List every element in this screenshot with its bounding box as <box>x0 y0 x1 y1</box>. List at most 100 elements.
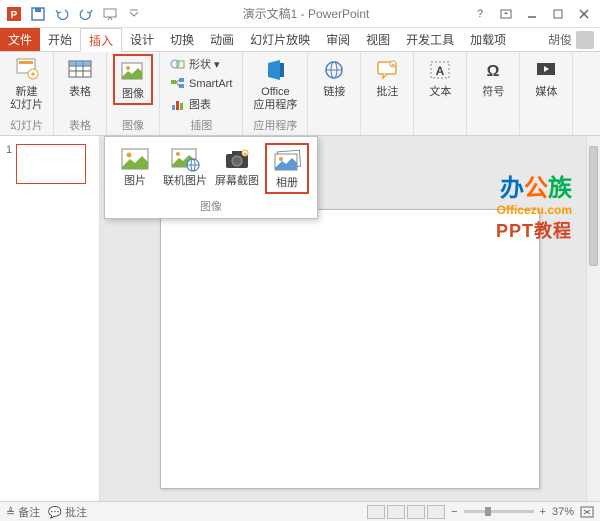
symbol-button[interactable]: Ω符号 <box>473 54 513 101</box>
status-comments-button[interactable]: 💬 批注 <box>48 504 87 520</box>
tab-transitions[interactable]: 切换 <box>162 28 202 51</box>
picture-icon <box>119 145 151 173</box>
new-slide-icon: ✦ <box>13 56 41 84</box>
chart-button[interactable]: 图表 <box>166 94 236 114</box>
office-apps-icon <box>261 56 289 84</box>
office-apps-label: Office 应用程序 <box>253 86 297 112</box>
normal-view-button[interactable] <box>367 505 385 519</box>
image-icon <box>119 58 147 86</box>
media-label: 媒体 <box>535 86 557 99</box>
tab-animations[interactable]: 动画 <box>202 28 242 51</box>
image-label: 图像 <box>122 88 144 101</box>
group-tables-label: 表格 <box>69 115 91 135</box>
screenshot-icon: ✦ <box>221 145 253 173</box>
sorter-view-button[interactable] <box>387 505 405 519</box>
vertical-scrollbar[interactable] <box>586 136 600 501</box>
comment-button[interactable]: ✦ 批注 <box>367 54 407 101</box>
user-account[interactable]: 胡俊 <box>548 28 594 51</box>
dropdown-arrow-icon: ▾ <box>214 58 220 71</box>
text-button[interactable]: A文本 <box>420 54 460 101</box>
image-dropdown-panel: 图片 联机图片 ✦ 屏幕截图 相册 图像 <box>104 136 318 219</box>
tab-view[interactable]: 视图 <box>358 28 398 51</box>
shapes-label: 形状 <box>189 56 211 72</box>
online-picture-button[interactable]: 联机图片 <box>161 143 209 194</box>
zoom-level[interactable]: 37% <box>552 506 574 518</box>
table-label: 表格 <box>69 86 91 99</box>
picture-button[interactable]: 图片 <box>113 143 157 194</box>
ribbon-tabs: 文件 开始 插入 设计 切换 动画 幻灯片放映 审阅 视图 开发工具 加载项 胡… <box>0 28 600 52</box>
close-icon[interactable] <box>572 4 596 24</box>
redo-icon[interactable] <box>76 4 96 24</box>
slide-canvas[interactable] <box>160 209 540 489</box>
group-apps: Office 应用程序 应用程序 <box>243 52 308 135</box>
group-comments: ✦ 批注 <box>361 52 414 135</box>
undo-icon[interactable] <box>52 4 72 24</box>
table-icon <box>66 56 94 84</box>
window-controls: ? <box>468 4 596 24</box>
tab-design[interactable]: 设计 <box>122 28 162 51</box>
tab-addins[interactable]: 加载项 <box>462 28 514 51</box>
qat-customize-icon[interactable] <box>124 4 144 24</box>
group-slides-label: 幻灯片 <box>10 115 43 135</box>
zoom-in-button[interactable]: + <box>540 506 546 518</box>
thumbnail-item[interactable]: 1 <box>6 144 93 184</box>
smartart-button[interactable]: SmartArt <box>166 75 236 93</box>
media-button[interactable]: 媒体 <box>526 54 566 101</box>
group-images: 图像 图像 <box>107 52 160 135</box>
svg-text:✦: ✦ <box>29 70 36 79</box>
image-button[interactable]: 图像 <box>113 54 153 105</box>
save-icon[interactable] <box>28 4 48 24</box>
tab-review[interactable]: 审阅 <box>318 28 358 51</box>
photo-album-button[interactable]: 相册 <box>265 143 309 194</box>
app-icon[interactable]: P <box>4 4 24 24</box>
picture-label: 图片 <box>124 175 146 188</box>
scrollbar-thumb[interactable] <box>589 146 598 266</box>
zoom-out-button[interactable]: − <box>451 506 457 518</box>
comment-icon: ✦ <box>373 56 401 84</box>
minimize-icon[interactable] <box>520 4 544 24</box>
smartart-icon <box>170 77 186 91</box>
smartart-label: SmartArt <box>189 78 232 90</box>
link-icon <box>320 56 348 84</box>
svg-text:Ω: Ω <box>487 63 500 80</box>
group-text: A文本 <box>414 52 467 135</box>
slideshow-view-button[interactable] <box>427 505 445 519</box>
maximize-icon[interactable] <box>546 4 570 24</box>
chart-icon <box>170 97 186 111</box>
ribbon: ✦ 新建 幻灯片 幻灯片 表格 表格 图像 图像 形状▾ SmartArt <box>0 52 600 136</box>
photo-album-icon <box>271 147 303 175</box>
group-slides: ✦ 新建 幻灯片 幻灯片 <box>0 52 54 135</box>
new-slide-label: 新建 幻灯片 <box>10 86 43 112</box>
fit-to-window-button[interactable] <box>580 506 594 518</box>
group-images-label: 图像 <box>122 115 144 135</box>
link-button[interactable]: 链接 <box>314 54 354 101</box>
link-label: 链接 <box>323 86 345 99</box>
zoom-slider-thumb[interactable] <box>485 507 491 516</box>
new-slide-button[interactable]: ✦ 新建 幻灯片 <box>6 54 47 114</box>
zoom-slider[interactable] <box>464 510 534 513</box>
tab-slideshow[interactable]: 幻灯片放映 <box>242 28 318 51</box>
thumbnail-preview <box>16 144 86 184</box>
tab-home[interactable]: 开始 <box>40 28 80 51</box>
comment-label: 批注 <box>376 86 398 99</box>
office-apps-button[interactable]: Office 应用程序 <box>249 54 301 114</box>
status-bar: ≜ 备注 💬 批注 − + 37% <box>0 501 600 521</box>
group-illustrations-label: 插图 <box>190 115 212 135</box>
tab-insert[interactable]: 插入 <box>80 28 122 52</box>
group-tables: 表格 表格 <box>54 52 107 135</box>
help-icon[interactable]: ? <box>468 4 492 24</box>
tab-developer[interactable]: 开发工具 <box>398 28 462 51</box>
reading-view-button[interactable] <box>407 505 425 519</box>
user-name: 胡俊 <box>548 31 572 48</box>
screenshot-button[interactable]: ✦ 屏幕截图 <box>213 143 261 194</box>
symbol-icon: Ω <box>479 56 507 84</box>
ribbon-options-icon[interactable] <box>494 4 518 24</box>
slide-thumbnail-panel: 1 <box>0 136 100 501</box>
shapes-button[interactable]: 形状▾ <box>166 54 236 74</box>
start-slideshow-icon[interactable] <box>100 4 120 24</box>
tab-file[interactable]: 文件 <box>0 28 40 51</box>
group-media: 媒体 <box>520 52 573 135</box>
status-notes-button[interactable]: ≜ 备注 <box>6 504 40 520</box>
table-button[interactable]: 表格 <box>60 54 100 101</box>
svg-text:P: P <box>11 10 18 21</box>
